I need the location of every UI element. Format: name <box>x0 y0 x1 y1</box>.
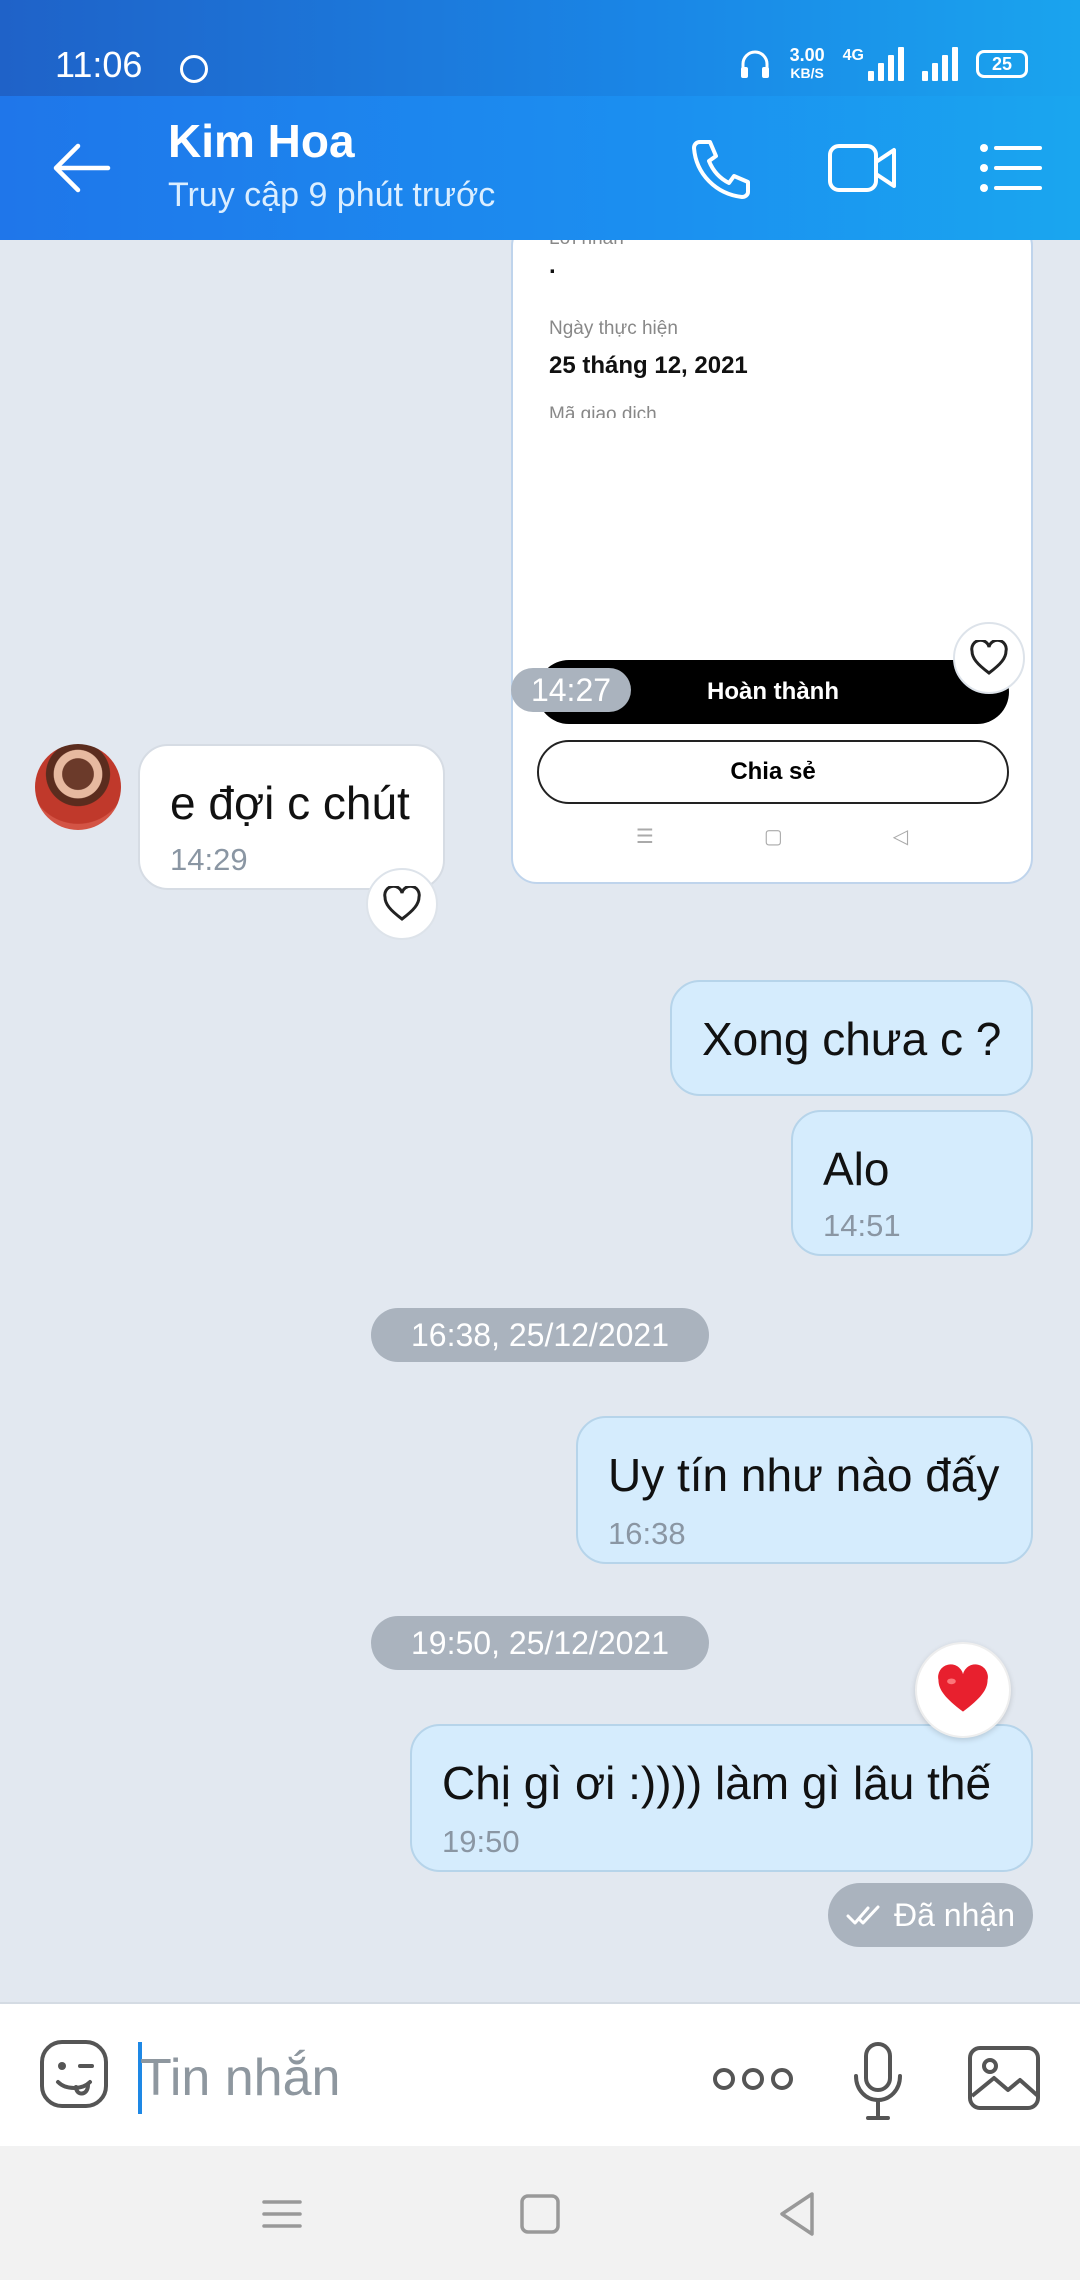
heart-filled-icon <box>938 1664 988 1712</box>
card-menu-icon: ☰ <box>635 825 654 848</box>
headphones-icon <box>740 50 769 78</box>
message-composer <box>0 2002 1080 2146</box>
contact-name[interactable]: Kim Hoa <box>168 114 355 168</box>
message-list[interactable]: Lời nhắn . Ngày thực hiện 25 tháng 12, 2… <box>0 240 1080 2002</box>
heart-outline-icon <box>970 640 1008 675</box>
react-heart-button[interactable] <box>366 868 438 940</box>
heart-outline-icon <box>383 886 421 921</box>
battery-level: 25 <box>991 53 1013 74</box>
contact-avatar[interactable] <box>35 744 121 830</box>
message-text: e đợi c chút <box>170 777 410 829</box>
outgoing-message-bubble[interactable]: Chị gì ơi :)))) làm gì lâu thế 19:50 <box>410 1724 1033 1872</box>
card-back-icon: ◁ <box>892 825 909 848</box>
card-partial-label-top: Lời nhắn <box>549 240 624 250</box>
back-nav-icon[interactable] <box>770 2186 826 2242</box>
message-text: Chị gì ơi :)))) làm gì lâu thế <box>442 1757 992 1809</box>
microphone-icon[interactable] <box>850 2040 906 2122</box>
status-time: 11:06 <box>55 44 143 85</box>
signal-4g-icon: 4G <box>843 47 904 81</box>
contact-last-seen: Truy cập 9 phút trước <box>168 176 496 214</box>
shared-image-message[interactable]: Lời nhắn . Ngày thực hiện 25 tháng 12, 2… <box>511 240 1033 884</box>
card-nav-bar: ☰ ▢ ◁ <box>513 816 1031 856</box>
outgoing-message-bubble[interactable]: Alo 14:51 <box>791 1110 1033 1256</box>
status-indicator-icon <box>180 55 208 83</box>
status-bar: 11:06 3.00 KB/S 4G 25 <box>0 0 1080 96</box>
card-date-value: 25 tháng 12, 2021 <box>549 352 748 379</box>
date-divider: 16:38, 25/12/2021 <box>371 1308 709 1362</box>
back-arrow-icon[interactable] <box>52 140 112 196</box>
delivery-status-badge: Đã nhận <box>828 1883 1033 1947</box>
more-options-icon[interactable] <box>712 2064 794 2094</box>
card-share-button: Chia sẻ <box>537 740 1009 804</box>
double-check-icon <box>846 1905 880 1925</box>
message-time: 14:29 <box>170 842 248 877</box>
react-heart-button[interactable] <box>953 622 1025 694</box>
date-divider: 19:50, 25/12/2021 <box>371 1616 709 1670</box>
card-note-value: . <box>549 252 556 279</box>
message-time: 19:50 <box>442 1824 520 1859</box>
signal-icon <box>922 47 958 81</box>
message-text: Xong chưa c ? <box>702 1013 1002 1065</box>
system-navigation-bar <box>0 2146 1080 2280</box>
speed-value: 3.00 <box>789 45 825 65</box>
message-time: 16:38 <box>608 1516 686 1551</box>
outgoing-message-bubble[interactable]: Xong chưa c ? <box>670 980 1033 1096</box>
home-icon[interactable] <box>512 2186 568 2242</box>
network-type: 4G <box>842 47 864 64</box>
message-input[interactable] <box>140 2034 680 2122</box>
speed-unit: KB/S <box>790 65 824 81</box>
status-icons: 3.00 KB/S 4G 25 <box>738 44 1028 84</box>
network-speed: 3.00 KB/S <box>790 46 825 82</box>
delivery-status-text: Đã nhận <box>894 1896 1015 1933</box>
time-divider: 14:27 <box>511 668 631 712</box>
card-date-label: Ngày thực hiện <box>549 318 678 339</box>
sticker-emoji-icon[interactable] <box>38 2038 110 2110</box>
message-time: 14:51 <box>823 1208 901 1243</box>
video-call-icon[interactable] <box>826 136 898 200</box>
card-partial-label-bottom: Mã giao dịch <box>549 404 657 418</box>
image-gallery-icon[interactable] <box>966 2044 1042 2112</box>
outgoing-message-bubble[interactable]: Uy tín như nào đấy 16:38 <box>576 1416 1033 1564</box>
card-home-icon: ▢ <box>763 825 783 848</box>
recent-apps-icon[interactable] <box>254 2186 310 2242</box>
message-text: Alo <box>823 1143 890 1195</box>
menu-list-icon[interactable] <box>976 136 1048 200</box>
battery-icon: 25 <box>976 50 1028 78</box>
chat-header: Kim Hoa Truy cập 9 phút trước <box>0 96 1080 240</box>
message-text: Uy tín như nào đấy <box>608 1449 1000 1501</box>
heart-reaction[interactable] <box>915 1642 1011 1738</box>
phone-call-icon[interactable] <box>686 136 758 200</box>
